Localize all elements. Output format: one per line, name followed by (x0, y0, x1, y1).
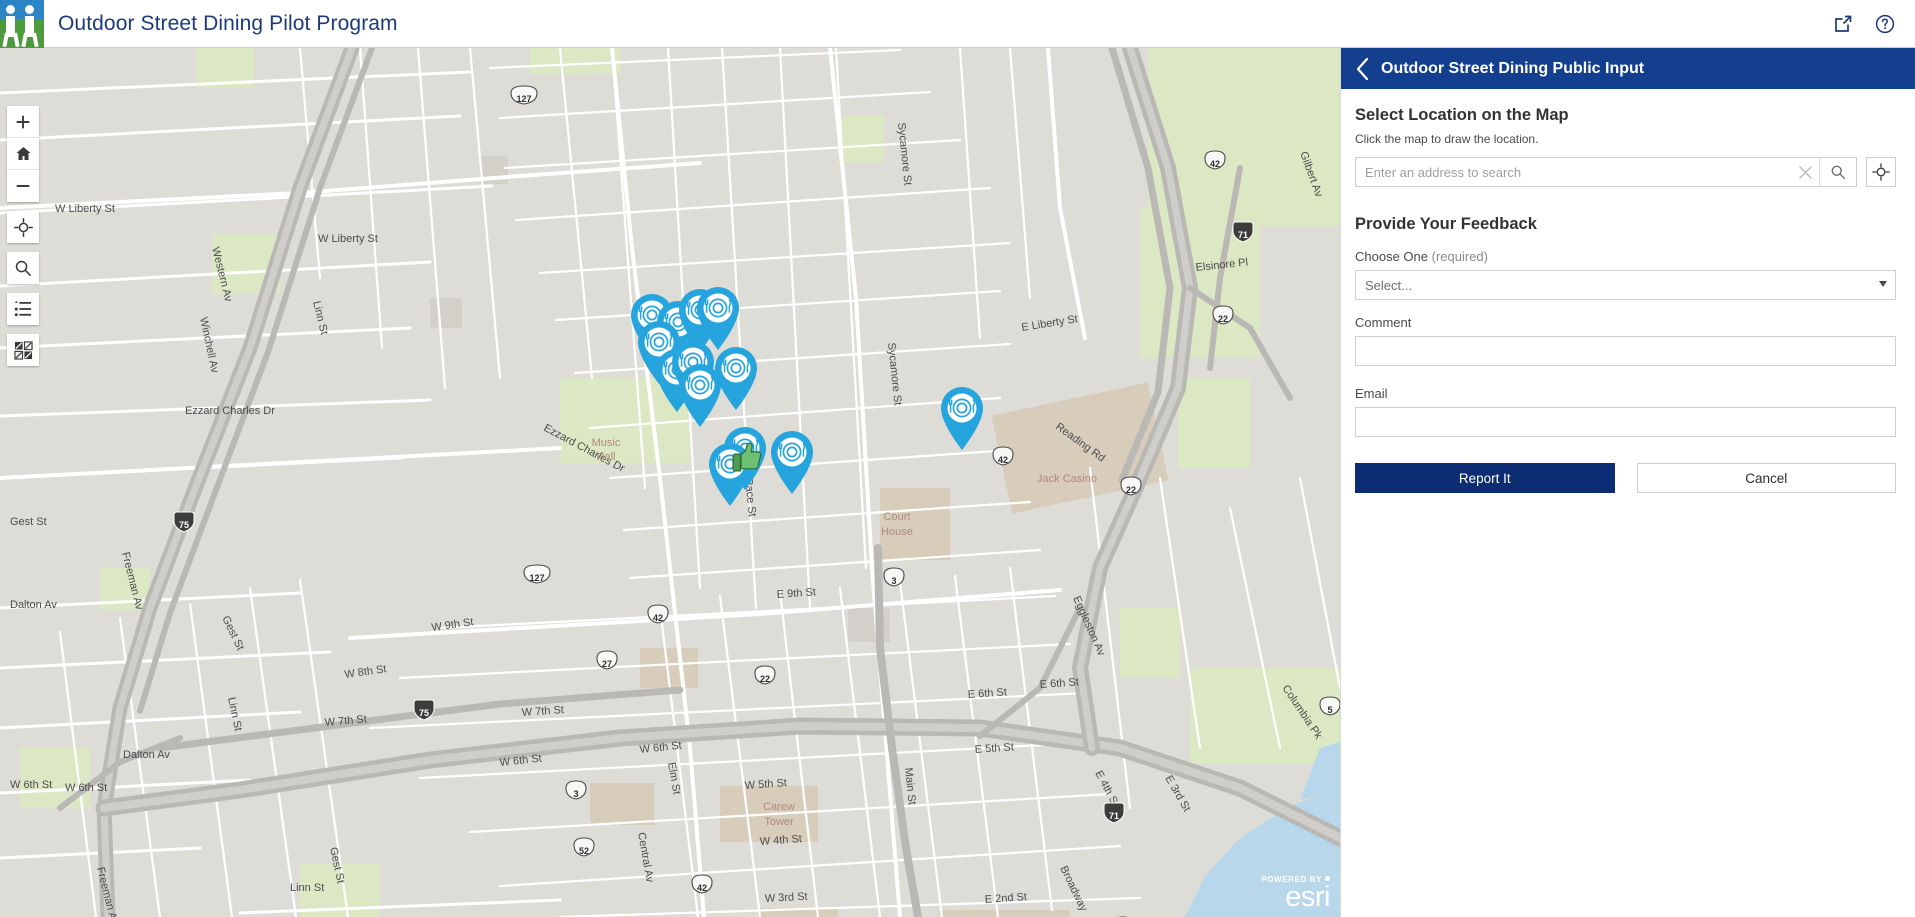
choose-one-select[interactable]: Select... (1355, 270, 1896, 300)
highway-shield: 27 (596, 650, 618, 670)
highway-shield: 52 (573, 837, 595, 857)
zoom-out-button[interactable] (7, 170, 39, 202)
poi-label: Court (884, 511, 911, 523)
help-icon[interactable] (1873, 12, 1897, 36)
choose-one-text: Choose One (1355, 249, 1432, 264)
street-label: W 6th St (65, 782, 107, 794)
form-actions: Report It Cancel (1355, 463, 1896, 493)
home-button[interactable] (7, 138, 39, 170)
svg-text:127: 127 (516, 94, 531, 104)
city-logo (0, 0, 44, 48)
svg-text:71: 71 (1238, 230, 1248, 240)
zoom-controls (7, 106, 39, 202)
street-label: W 3rd St (765, 891, 808, 905)
cancel-button[interactable]: Cancel (1636, 463, 1896, 493)
esri-wordmark: esri (1285, 881, 1330, 913)
report-it-button[interactable]: Report It (1355, 463, 1615, 493)
svg-text:22: 22 (1126, 485, 1136, 495)
zoom-in-button[interactable] (7, 106, 39, 138)
svg-text:75: 75 (419, 708, 429, 718)
street-label: Dalton Av (10, 599, 57, 611)
search-input[interactable] (1356, 158, 1792, 186)
svg-text:3: 3 (573, 789, 578, 799)
highway-shield: 3 (883, 567, 905, 587)
svg-text:22: 22 (1218, 314, 1228, 324)
svg-text:42: 42 (1210, 159, 1220, 169)
esri-attribution: POWERED BY esri (1261, 875, 1330, 913)
choose-one-label: Choose One (required) (1355, 249, 1896, 264)
street-label: W Liberty St (318, 233, 378, 245)
close-x-icon[interactable] (1792, 158, 1819, 186)
location-instruction: Click the map to draw the location. (1355, 132, 1539, 146)
email-label: Email (1355, 386, 1388, 401)
public-input-panel: Outdoor Street Dining Public Input Selec… (1340, 48, 1915, 917)
feedback-section-heading: Provide Your Feedback (1355, 215, 1537, 233)
locate-button[interactable] (7, 211, 39, 243)
poi-label: House (881, 526, 913, 538)
svg-text:3: 3 (891, 576, 896, 586)
chevron-left-icon[interactable] (1349, 54, 1375, 84)
search-button[interactable] (7, 252, 39, 284)
street-label: Gest St (10, 516, 47, 528)
street-label: Linn St (290, 882, 324, 894)
legend-button[interactable] (7, 293, 39, 325)
poi-label: Music (592, 437, 621, 449)
street-label: Ezzard Charles Dr (185, 405, 275, 417)
highway-shield: 5 (1319, 696, 1340, 716)
street-label: W 6th St (10, 779, 52, 791)
app-header: Outdoor Street Dining Pilot Program (0, 0, 1915, 48)
highway-shield: 22 (1212, 305, 1234, 325)
poi-label: Tower (764, 816, 794, 828)
crosshair-icon[interactable] (1866, 157, 1896, 187)
highway-shield: 42 (1204, 150, 1226, 170)
svg-text:52: 52 (579, 846, 589, 856)
highway-shield: 22 (754, 665, 776, 685)
highway-shield: 42 (691, 874, 713, 894)
email-input[interactable] (1355, 407, 1896, 437)
highway-shield: 3 (565, 780, 587, 800)
street-label: W Liberty St (55, 203, 115, 215)
svg-text:42: 42 (653, 613, 663, 623)
comment-label: Comment (1355, 315, 1412, 330)
svg-text:22: 22 (760, 674, 770, 684)
street-label: Dalton Av (123, 749, 170, 761)
svg-text:71: 71 (1109, 811, 1119, 821)
required-hint: (required) (1431, 249, 1488, 264)
choose-one-select-wrap: Select... (1355, 270, 1896, 300)
header-actions (1831, 12, 1915, 36)
highway-shield: 127 (523, 564, 551, 584)
panel-header: Outdoor Street Dining Public Input (1341, 48, 1915, 89)
poi-label: Hall (597, 451, 616, 463)
svg-text:27: 27 (602, 659, 612, 669)
highway-shield: 42 (992, 446, 1014, 466)
search-icon[interactable] (1819, 158, 1856, 186)
share-icon[interactable] (1831, 12, 1855, 36)
poi-label: Carew (763, 801, 795, 813)
map-toolbar (7, 106, 39, 366)
panel-body: Select Location on the Map Click the map… (1341, 89, 1915, 493)
svg-text:75: 75 (179, 520, 189, 530)
highway-shield: 22 (1120, 476, 1142, 496)
page-title: Outdoor Street Dining Pilot Program (58, 11, 398, 35)
comment-input[interactable] (1355, 336, 1896, 366)
map-application: Outdoor Street Dining Pilot Program W Li… (0, 0, 1915, 917)
basemap-button[interactable] (7, 334, 39, 366)
address-search-box (1355, 157, 1857, 187)
map-canvas[interactable]: W Liberty St W Liberty St E Liberty St West… (0, 48, 1340, 917)
map-graphics: W Liberty StW Liberty StE Liberty StWest… (0, 48, 1340, 917)
svg-text:42: 42 (697, 883, 707, 893)
svg-text:42: 42 (998, 455, 1008, 465)
svg-text:127: 127 (529, 573, 544, 583)
address-search-row (1355, 157, 1896, 187)
highway-shield: 42 (647, 604, 669, 624)
highway-shield: 127 (510, 85, 538, 105)
panel-title: Outdoor Street Dining Public Input (1381, 59, 1645, 77)
location-section-heading: Select Location on the Map (1355, 106, 1569, 124)
poi-label: Jack Casino (1037, 473, 1097, 485)
svg-text:5: 5 (1327, 705, 1332, 715)
